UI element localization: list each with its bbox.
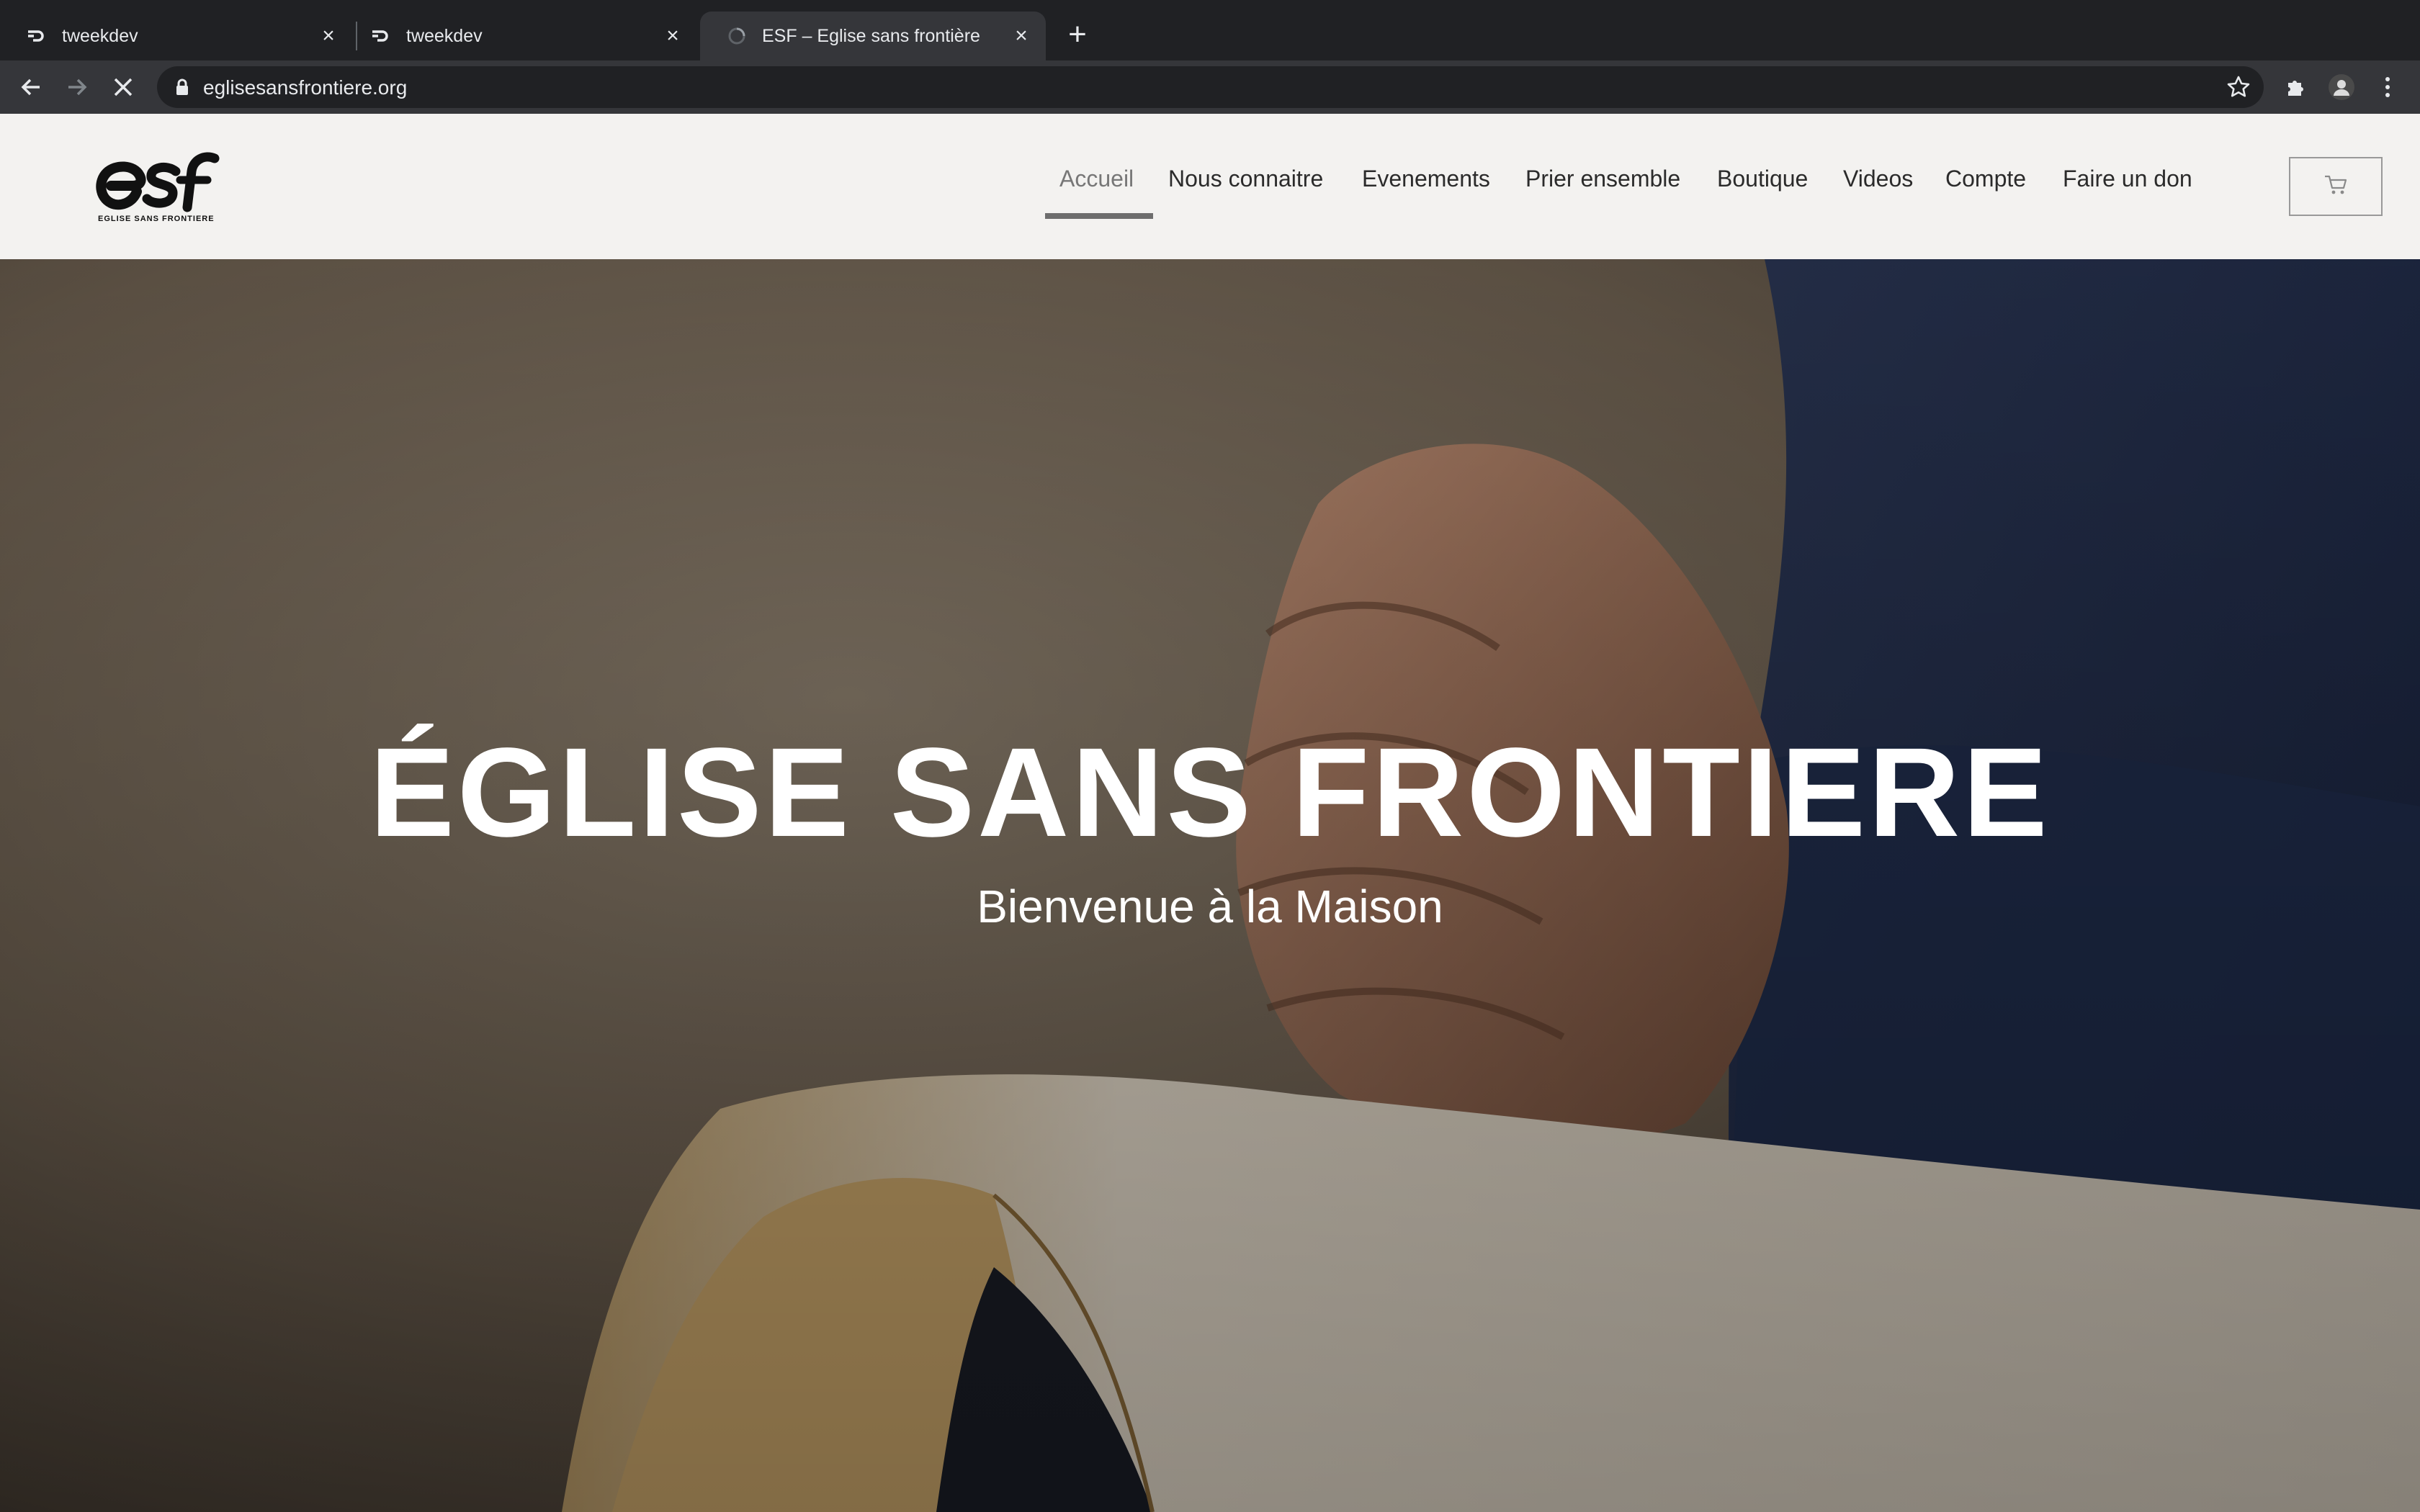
url-text: eglisesansfrontiere.org: [203, 76, 408, 99]
hero-subtitle: Bienvenue à la Maison: [977, 881, 1443, 932]
cart-icon: [2323, 174, 2348, 199]
profile-avatar-icon[interactable]: [2323, 69, 2360, 105]
nav-boutique[interactable]: Boutique: [1717, 166, 1808, 192]
back-arrow-icon[interactable]: [13, 69, 49, 105]
nav-active-indicator: [1045, 213, 1153, 219]
close-tab-icon[interactable]: ×: [1007, 22, 1036, 50]
lock-icon[interactable]: [173, 78, 192, 96]
nav-prier-ensemble[interactable]: Prier ensemble: [1525, 166, 1680, 192]
bookmark-star-icon[interactable]: [2225, 73, 2252, 101]
browser-tab[interactable]: tweekdev ×: [0, 12, 353, 60]
loading-spinner-icon: [726, 25, 748, 47]
browser-tab[interactable]: tweekdev ×: [344, 12, 697, 60]
tab-title: ESF – Eglise sans frontière: [762, 25, 980, 46]
browser-toolbar: eglisesansfrontiere.org: [0, 60, 2420, 114]
logo-caption: EGLISE SANS FRONTIERE: [98, 215, 215, 223]
browser-tab-active[interactable]: ESF – Eglise sans frontière ×: [700, 12, 1046, 60]
nav-compte[interactable]: Compte: [1945, 166, 2026, 192]
cart-button[interactable]: [2289, 157, 2383, 216]
tab-title: tweekdev: [62, 25, 138, 46]
nav-nous-connaitre[interactable]: Nous connaitre: [1168, 166, 1323, 192]
address-bar[interactable]: eglisesansfrontiere.org: [157, 66, 2264, 108]
site-header: EGLISE SANS FRONTIERE Accueil Nous conna…: [0, 114, 2420, 259]
hero-banner: ÉGLISE SANS FRONTIERE Bienvenue à la Mai…: [0, 259, 2420, 1512]
forward-arrow-icon[interactable]: [59, 69, 95, 105]
tweekdev-favicon-icon: [26, 25, 48, 47]
tab-title: tweekdev: [406, 25, 483, 46]
new-tab-icon[interactable]: +: [1062, 19, 1093, 50]
more-menu-icon[interactable]: [2370, 69, 2406, 105]
nav-evenements[interactable]: Evenements: [1362, 166, 1490, 192]
browser-tab-strip: tweekdev × tweekdev × ESF – Eglise sans …: [0, 0, 2420, 60]
tweekdev-favicon-icon: [370, 25, 392, 47]
stop-loading-icon[interactable]: [105, 69, 141, 105]
close-tab-icon[interactable]: ×: [658, 22, 687, 50]
close-tab-icon[interactable]: ×: [314, 22, 343, 50]
nav-accueil[interactable]: Accueil: [1059, 166, 1134, 192]
nav-videos[interactable]: Videos: [1843, 166, 1913, 192]
hero-title: ÉGLISE SANS FRONTIERE: [369, 722, 2051, 863]
nav-faire-un-don[interactable]: Faire un don: [2063, 166, 2192, 192]
extensions-puzzle-icon[interactable]: [2277, 69, 2313, 105]
